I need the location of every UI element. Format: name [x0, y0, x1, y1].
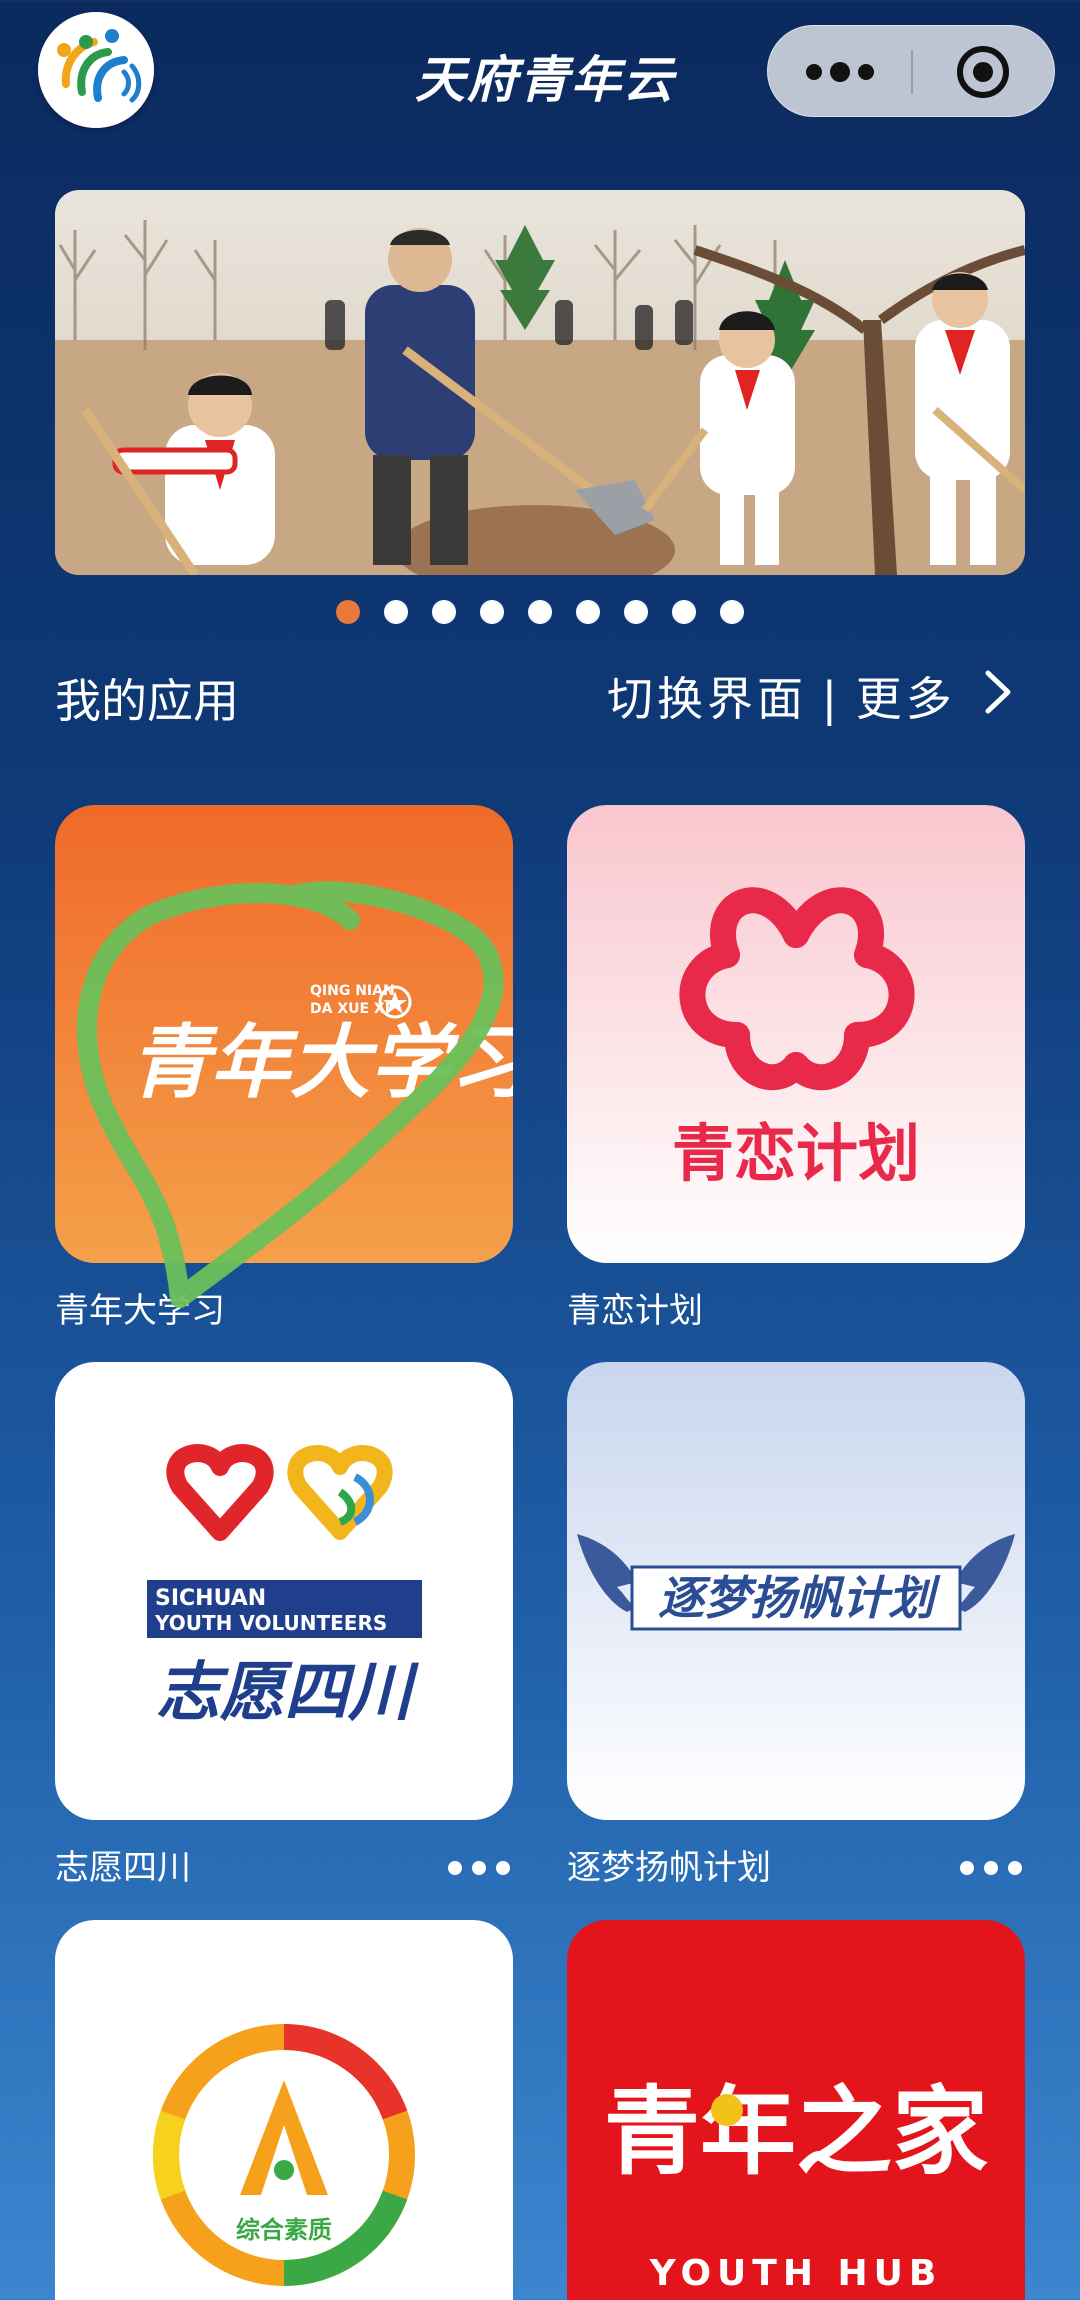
- tree-planting-photo: [55, 190, 1025, 575]
- tile-text: 青年之家: [604, 2076, 988, 2188]
- more-link[interactable]: 更多: [856, 672, 956, 726]
- tile-text-en: YOUTH HUB: [649, 2253, 943, 2294]
- top-bar: 天府青年云: [0, 0, 1080, 150]
- pagination-dot[interactable]: [480, 600, 504, 624]
- pagination-dot[interactable]: [384, 600, 408, 624]
- app-tile-zhiyuan-sichuan[interactable]: SICHUAN YOUTH VOLUNTEERS 志愿四川: [55, 1362, 513, 1820]
- banner-pagination: [336, 600, 756, 626]
- app-tile-qinglian-jihua[interactable]: 青恋计划: [567, 805, 1025, 1263]
- pagination-dot[interactable]: [432, 600, 456, 624]
- app-tile-qingnian-zhijia[interactable]: 青年之家 YOUTH HUB: [567, 1920, 1025, 2300]
- tianfu-youth-logo-icon[interactable]: [38, 12, 154, 128]
- app-tile-zonghe-suzhi[interactable]: 综合素质: [55, 1920, 513, 2300]
- switch-view-link[interactable]: 切换界面: [607, 672, 807, 726]
- app-label: 逐梦扬帆计划: [567, 1848, 771, 1888]
- my-apps-title: 我的应用: [55, 674, 239, 728]
- pagination-dot[interactable]: [528, 600, 552, 624]
- section-actions: 切换界面 | 更多: [607, 663, 956, 729]
- tile-text-cn: 志愿四川: [156, 1655, 419, 1730]
- miniprogram-capsule: [767, 25, 1055, 117]
- tile-text: 青恋计划: [672, 1117, 920, 1190]
- app-title: 天府青年云: [415, 51, 675, 109]
- pagination-dot[interactable]: [672, 600, 696, 624]
- separator: |: [821, 672, 842, 726]
- banner-carousel[interactable]: [55, 190, 1025, 575]
- pagination-dot[interactable]: [720, 600, 744, 624]
- tile-text: 逐梦扬帆计划: [658, 1571, 941, 1625]
- more-dots-icon[interactable]: [445, 1858, 513, 1878]
- chevron-right-icon[interactable]: [978, 667, 1018, 717]
- more-dots-icon[interactable]: [957, 1858, 1025, 1878]
- pagination-dot[interactable]: [576, 600, 600, 624]
- tile-text-en-2: YOUTH VOLUNTEERS: [154, 1611, 387, 1635]
- pagination-dot-active[interactable]: [336, 600, 360, 624]
- app-tile-zhumeng-yangfan[interactable]: 逐梦扬帆计划: [567, 1362, 1025, 1820]
- tile-text: 综合素质: [236, 2216, 332, 2244]
- tile-text-en-1: SICHUAN: [155, 1586, 266, 1611]
- target-close-icon[interactable]: [913, 26, 1056, 118]
- more-dots-icon[interactable]: [768, 26, 911, 118]
- app-label: 志愿四川: [55, 1848, 191, 1888]
- pagination-dot[interactable]: [624, 600, 648, 624]
- green-circle-scribble: [77, 881, 504, 1308]
- app-label: 青恋计划: [567, 1291, 703, 1331]
